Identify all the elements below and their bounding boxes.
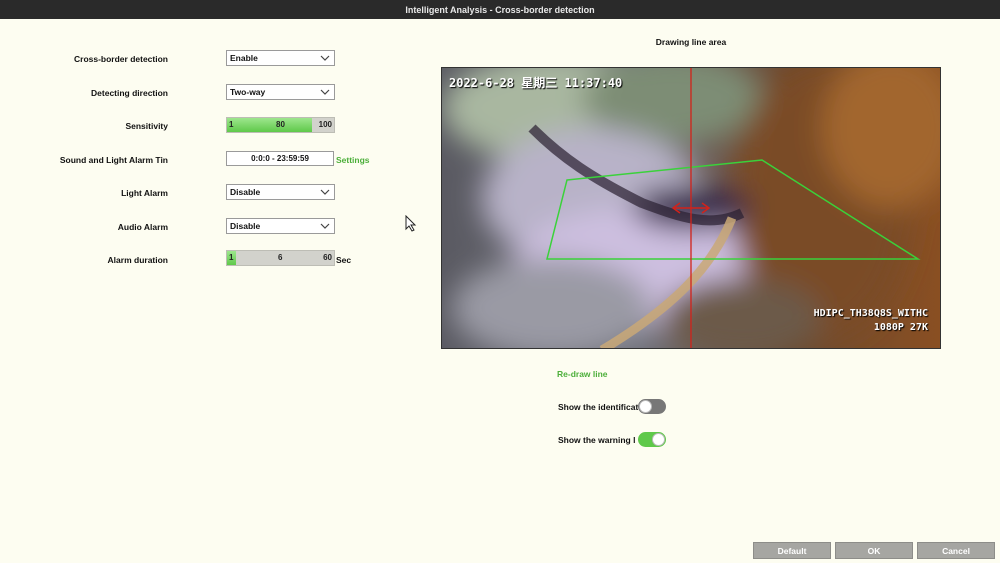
sensitivity-max: 100 [318,120,332,129]
light-alarm-value: Disable [230,187,261,197]
direction-value: Two-way [230,87,266,97]
alarm-time-label: Sound and Light Alarm Tin [59,155,168,165]
cross-border-value: Enable [230,53,258,63]
window-title: Intelligent Analysis - Cross-border dete… [405,4,595,15]
show-identification-toggle[interactable] [638,399,666,414]
cross-border-label: Cross-border detection [74,54,168,64]
sensitivity-min: 1 [229,120,234,129]
camera-resolution: 1080P 27K [873,322,928,333]
mouse-cursor-icon [405,215,417,232]
sensitivity-fill [227,118,313,132]
duration-slider[interactable]: 1 6 60 [226,250,335,266]
sensitivity-label: Sensitivity [125,121,168,131]
settings-link[interactable]: Settings [336,155,370,165]
chevron-down-icon [320,223,330,229]
duration-unit: Sec [336,255,352,265]
duration-label: Alarm duration [107,255,168,265]
ok-button[interactable]: OK [835,542,913,559]
toggle-knob [639,400,652,413]
toggle-knob [652,433,665,446]
duration-max: 60 [323,253,332,262]
chevron-down-icon [320,89,330,95]
redraw-line-link[interactable]: Re-draw line [557,369,608,379]
chevron-down-icon [320,189,330,195]
cross-border-select[interactable]: Enable [226,50,335,66]
show-warning-label: Show the warning l [558,435,636,445]
audio-alarm-value: Disable [230,221,261,231]
light-alarm-label: Light Alarm [121,188,168,198]
sensitivity-value: 80 [276,120,285,129]
show-warning-toggle[interactable] [638,432,666,447]
window-title-bar: Intelligent Analysis - Cross-border dete… [0,0,1000,19]
audio-alarm-select[interactable]: Disable [226,218,335,234]
camera-frame [442,68,940,348]
show-identification-label: Show the identificat [558,402,638,412]
direction-select[interactable]: Two-way [226,84,335,100]
camera-name: HDIPC_TH38Q8S_WITHC [813,308,928,319]
direction-label: Detecting direction [91,88,168,98]
audio-alarm-label: Audio Alarm [117,222,168,232]
light-alarm-select[interactable]: Disable [226,184,335,200]
duration-value: 6 [278,253,283,262]
camera-preview[interactable]: 2022-6-28 星期三 11:37:40 HDIPC_TH38Q8S_WIT… [441,67,941,349]
duration-min: 1 [229,253,234,262]
drawing-area-heading: Drawing line area [655,37,727,47]
alarm-time-field[interactable]: 0:0:0 - 23:59:59 [226,151,334,166]
chevron-down-icon [320,55,330,61]
video-timestamp: 2022-6-28 星期三 11:37:40 [449,76,623,90]
sensitivity-slider[interactable]: 1 80 100 [226,117,335,133]
cancel-button[interactable]: Cancel [917,542,995,559]
default-button[interactable]: Default [753,542,831,559]
